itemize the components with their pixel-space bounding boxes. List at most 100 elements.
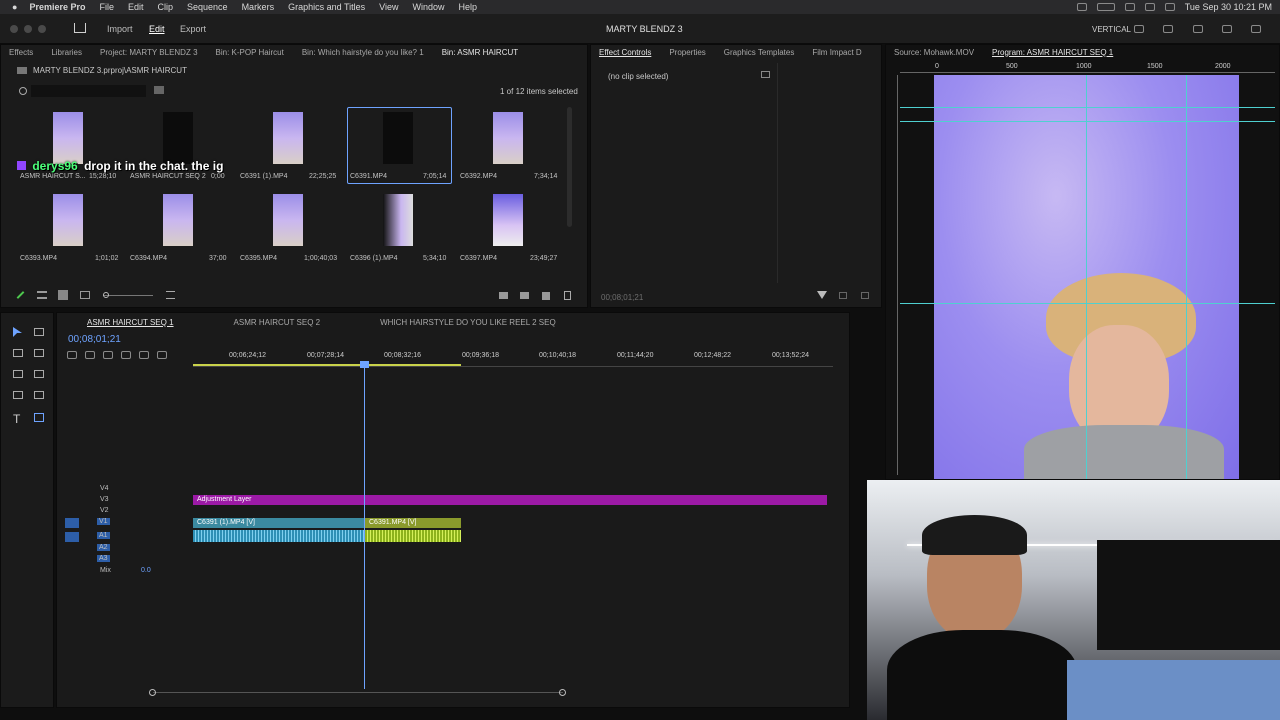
toggle-icon[interactable] <box>861 292 869 299</box>
home-icon[interactable] <box>74 23 86 33</box>
menu-sequence[interactable]: Sequence <box>187 2 228 12</box>
linked-selection-icon[interactable] <box>103 351 113 359</box>
track-v4[interactable]: V4 <box>100 485 109 492</box>
menu-graphics[interactable]: Graphics and Titles <box>288 2 365 12</box>
video-clip-c6391-1[interactable]: C6391 (1).MP4 [V] <box>193 518 364 528</box>
audio-clip-2[interactable] <box>365 530 461 542</box>
thumb-c6391[interactable] <box>383 112 413 164</box>
tab-graphics-templates[interactable]: Graphics Templates <box>724 48 795 57</box>
menu-markers[interactable]: Markers <box>242 2 275 12</box>
tab-libraries[interactable]: Libraries <box>51 48 82 57</box>
hand-icon[interactable] <box>34 391 44 399</box>
audio-clip-1[interactable] <box>193 530 364 542</box>
tab-source[interactable]: Source: Mohawk.MOV <box>894 48 974 57</box>
insert-sequence-icon[interactable] <box>67 351 77 359</box>
track-a2[interactable]: A2 <box>97 544 110 551</box>
scroll-handle-left[interactable] <box>149 689 156 696</box>
thumb-c6393[interactable] <box>53 194 83 246</box>
video-clip-c6391[interactable]: C6391.MP4 [V] <box>365 518 461 528</box>
razor-icon[interactable] <box>34 349 44 357</box>
menu-file[interactable]: File <box>99 2 114 12</box>
thumb-c6391-1[interactable] <box>273 112 303 164</box>
ripple-edit-icon[interactable] <box>13 349 23 357</box>
track-v3[interactable]: V3 <box>100 496 109 503</box>
tab-effect-controls[interactable]: Effect Controls <box>599 48 651 57</box>
freeform-view-icon[interactable] <box>80 291 90 299</box>
playhead[interactable] <box>364 361 365 689</box>
adjustment-layer-clip[interactable]: Adjustment Layer <box>193 495 827 505</box>
settings-icon[interactable] <box>1193 25 1203 33</box>
tab-project[interactable]: Project: MARTY BLENDZ 3 <box>100 48 198 57</box>
track-v1[interactable]: V1 <box>97 518 110 525</box>
menu-clip[interactable]: Clip <box>158 2 174 12</box>
thumb-c6394[interactable] <box>163 194 193 246</box>
time-ruler[interactable]: 00;06;24;12 00;07;28;14 00;08;32;16 00;0… <box>193 351 833 367</box>
rectangle-icon[interactable] <box>13 391 23 399</box>
search-icon[interactable] <box>1144 3 1155 11</box>
tab-import[interactable]: Import <box>107 24 133 34</box>
tab-seq2[interactable]: ASMR HAIRCUT SEQ 2 <box>234 318 321 327</box>
play-clip-icon[interactable] <box>839 292 847 299</box>
bin-scrollbar[interactable] <box>567 107 572 227</box>
track-v1-target[interactable] <box>65 518 79 528</box>
thumb-c6395[interactable] <box>273 194 303 246</box>
selection-tool-icon[interactable] <box>13 327 22 337</box>
list-view-icon[interactable] <box>37 291 47 299</box>
timeline-scrollbar[interactable] <box>153 692 563 696</box>
mix-value[interactable]: 0.0 <box>141 567 151 574</box>
captions-icon[interactable] <box>157 351 167 359</box>
fullscreen-icon[interactable] <box>1251 25 1261 33</box>
zoom-slider-handle[interactable] <box>103 292 109 298</box>
wifi-icon[interactable] <box>1124 3 1135 11</box>
add-marker-icon[interactable] <box>121 351 131 359</box>
new-bin-icon[interactable] <box>154 86 164 94</box>
record-icon[interactable] <box>1076 3 1087 11</box>
tab-properties[interactable]: Properties <box>669 48 705 57</box>
track-a3[interactable]: A3 <box>97 555 110 562</box>
tab-reel2[interactable]: WHICH HAIRSTYLE DO YOU LIKE REEL 2 SEQ <box>380 318 556 327</box>
search-icon[interactable] <box>19 87 27 95</box>
menu-window[interactable]: Window <box>412 2 444 12</box>
tab-bin-hairstyle[interactable]: Bin: Which hairstyle do you like? 1 <box>302 48 424 57</box>
thumb-asmr-seq2[interactable] <box>163 112 193 164</box>
type-tool-icon[interactable]: T <box>13 412 20 426</box>
pencil-icon[interactable] <box>16 291 25 299</box>
scroll-handle-right[interactable] <box>559 689 566 696</box>
panel-menu-icon[interactable] <box>761 71 770 78</box>
icon-view-icon[interactable] <box>58 290 68 300</box>
window-controls[interactable] <box>10 25 46 33</box>
tab-program[interactable]: Program: ASMR HAIRCUT SEQ 1 <box>992 48 1113 57</box>
filter-icon[interactable] <box>817 291 827 299</box>
layout-icon[interactable] <box>1134 25 1144 33</box>
wrench-icon[interactable] <box>139 351 149 359</box>
track-a1[interactable]: A1 <box>97 532 110 539</box>
share-icon[interactable] <box>1163 25 1173 33</box>
new-bin-bottom-icon[interactable] <box>520 292 529 299</box>
menu-help[interactable]: Help <box>459 2 478 12</box>
bin-search-input[interactable] <box>31 85 146 97</box>
tab-bin-asmr[interactable]: Bin: ASMR HAIRCUT <box>442 48 518 57</box>
snap-icon[interactable] <box>85 351 95 359</box>
tab-film-impact[interactable]: Film Impact D <box>812 48 861 57</box>
battery-icon[interactable] <box>1096 3 1115 11</box>
tab-export[interactable]: Export <box>180 24 206 34</box>
workspace-label[interactable]: VERTICAL <box>1092 25 1131 34</box>
slip-icon[interactable] <box>13 370 23 378</box>
app-menu[interactable]: Premiere Pro <box>29 2 85 12</box>
tab-bin-kpop[interactable]: Bin: K-POP Haircut <box>216 48 284 57</box>
thumb-c6392[interactable] <box>493 112 523 164</box>
pen-icon[interactable] <box>34 370 44 378</box>
track-v2[interactable]: V2 <box>100 507 109 514</box>
menu-edit[interactable]: Edit <box>128 2 144 12</box>
help-search-icon[interactable] <box>1222 25 1232 33</box>
trash-icon[interactable] <box>564 291 571 300</box>
thumb-asmr-seq1[interactable] <box>53 112 83 164</box>
find-icon[interactable] <box>499 292 508 299</box>
menu-view[interactable]: View <box>379 2 398 12</box>
tab-effects[interactable]: Effects <box>9 48 33 57</box>
tab-seq1[interactable]: ASMR HAIRCUT SEQ 1 <box>87 318 174 327</box>
timeline-timecode[interactable]: 00;08;01;21 <box>68 334 121 345</box>
control-center-icon[interactable] <box>1164 3 1175 11</box>
track-select-icon[interactable] <box>34 328 44 336</box>
zoom-slider[interactable] <box>103 295 153 296</box>
